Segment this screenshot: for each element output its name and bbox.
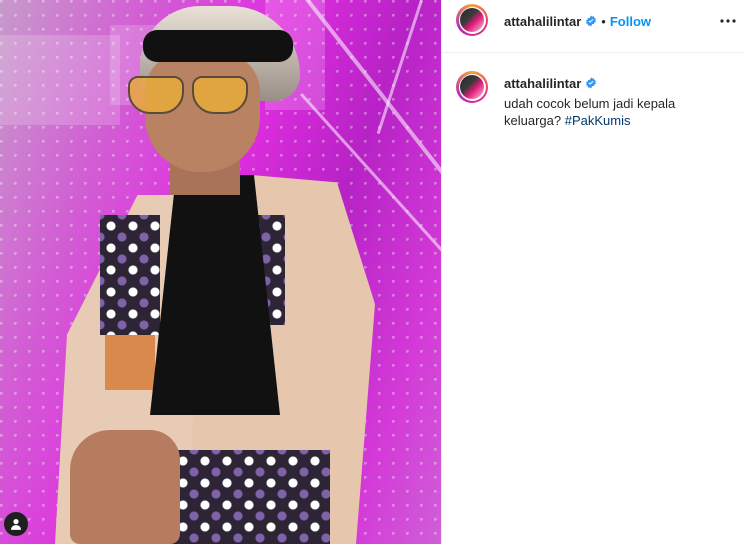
post-photo[interactable] <box>0 0 441 544</box>
post-detail-panel: attahalilintar • Follow attahalilintar u… <box>441 0 745 544</box>
caption-username-link[interactable]: attahalilintar <box>504 76 581 91</box>
verified-badge-icon <box>586 15 597 27</box>
hands <box>70 430 180 544</box>
avatar-image <box>460 75 484 99</box>
background-panel <box>0 35 120 125</box>
caption-avatar[interactable] <box>456 71 488 103</box>
user-tag-button[interactable] <box>4 512 28 536</box>
caption-text: udah cocok belum jadi kepala keluarga? #… <box>504 95 689 129</box>
more-options-icon <box>720 19 736 23</box>
user-tag-icon <box>11 519 21 530</box>
caption-block: attahalilintar udah cocok belum jadi kep… <box>504 75 724 129</box>
avatar[interactable] <box>456 4 488 36</box>
post-header: attahalilintar • Follow <box>442 0 745 53</box>
verified-badge-icon <box>586 77 597 89</box>
jacket-pattern <box>100 215 160 335</box>
sunglasses-lens <box>128 76 184 114</box>
avatar-image <box>460 8 484 32</box>
hashtag-link[interactable]: #PakKumis <box>565 113 631 128</box>
follow-button[interactable]: Follow <box>610 14 651 29</box>
username-link[interactable]: attahalilintar <box>504 14 581 29</box>
more-options-button[interactable] <box>718 11 738 31</box>
sunglasses-lens <box>192 76 248 114</box>
caption-user-line: attahalilintar <box>504 75 724 93</box>
jacket-orange-panel <box>105 335 155 390</box>
headband <box>143 30 293 62</box>
separator-dot: • <box>601 14 606 29</box>
header-user-line: attahalilintar • Follow <box>504 13 651 31</box>
